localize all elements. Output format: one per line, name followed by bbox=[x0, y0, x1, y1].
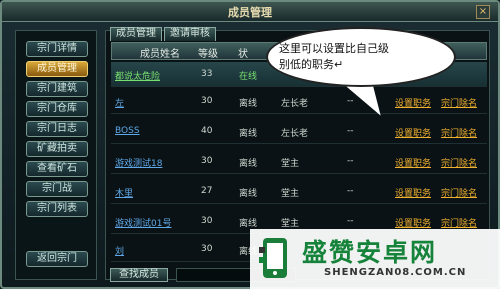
watermark: 盛赞安卓网 SHENGZAN08.COM.CN bbox=[250, 229, 500, 289]
header-level: 等级 bbox=[198, 49, 218, 60]
table-row[interactable]: 木里 27 离线 堂主 -- 设置职务 宗门除名 bbox=[111, 179, 487, 204]
sidebar-item[interactable]: 宗门详情 bbox=[26, 41, 88, 57]
header-name: 成员姓名 bbox=[140, 49, 180, 60]
set-position-link[interactable]: 设置职务 bbox=[395, 156, 431, 169]
annotation-line-2: 别低的职务↵ bbox=[279, 58, 344, 71]
table-row[interactable]: 左 30 离线 左长老 -- 设置职务 宗门除名 bbox=[111, 89, 487, 114]
expel-member-link[interactable]: 宗门除名 bbox=[441, 186, 477, 199]
expel-member-link[interactable]: 宗门除名 bbox=[441, 126, 477, 139]
window-title: 成员管理 bbox=[228, 6, 272, 19]
member-status: 离线 bbox=[239, 159, 258, 169]
member-status: 离线 bbox=[239, 99, 258, 109]
member-position: 左长老 bbox=[281, 99, 309, 109]
member-level: 30 bbox=[201, 96, 213, 106]
member-name-link[interactable]: 刘 bbox=[115, 244, 124, 257]
member-position: 堂主 bbox=[281, 189, 300, 199]
table-row[interactable]: 游戏测试18 30 离线 堂主 -- 设置职务 宗门除名 bbox=[111, 149, 487, 174]
annotation-line-1: 这里可以设置比自己级 bbox=[279, 42, 389, 55]
annotation-text: 这里可以设置比自己级 别低的职务↵ bbox=[279, 41, 439, 73]
watermark-brand: 盛赞安卓网 bbox=[302, 238, 438, 267]
member-contribution: -- bbox=[347, 216, 354, 226]
tab-member-management[interactable]: 成员管理 bbox=[110, 27, 162, 41]
member-position: 堂主 bbox=[281, 219, 300, 229]
member-contribution: -- bbox=[347, 126, 354, 136]
member-level: 27 bbox=[201, 186, 213, 196]
sidebar: 宗门详情成员管理宗门建筑宗门仓库宗门日志矿藏拍卖查看矿石宗门战宗门列表返回宗门 bbox=[15, 30, 97, 280]
member-position: 左长老 bbox=[281, 129, 309, 139]
return-button[interactable]: 返回宗门 bbox=[26, 251, 88, 267]
member-level: 33 bbox=[201, 69, 213, 79]
member-level: 30 bbox=[201, 156, 213, 166]
set-position-link[interactable]: 设置职务 bbox=[395, 126, 431, 139]
member-status: 离线 bbox=[239, 219, 258, 229]
member-name-link[interactable]: 游戏测试01号 bbox=[115, 216, 171, 229]
expel-member-link[interactable]: 宗门除名 bbox=[441, 96, 477, 109]
watermark-url: SHENGZAN08.COM.CN bbox=[324, 267, 467, 278]
close-icon: × bbox=[478, 6, 488, 17]
member-name-link[interactable]: 游戏测试18 bbox=[115, 156, 162, 169]
member-contribution: -- bbox=[347, 186, 354, 196]
member-position: 堂主 bbox=[281, 159, 300, 169]
member-status: 在线 bbox=[239, 72, 258, 82]
member-status: 离线 bbox=[239, 129, 258, 139]
member-name-link[interactable]: BOSS bbox=[115, 126, 140, 136]
close-button[interactable]: × bbox=[476, 5, 490, 19]
member-level: 30 bbox=[201, 216, 213, 226]
sidebar-item[interactable]: 成员管理 bbox=[26, 61, 88, 77]
member-level: 40 bbox=[201, 126, 213, 136]
sidebar-item[interactable]: 宗门战 bbox=[26, 181, 88, 197]
expel-member-link[interactable]: 宗门除名 bbox=[441, 216, 477, 229]
set-position-link[interactable]: 设置职务 bbox=[395, 186, 431, 199]
set-position-link[interactable]: 设置职务 bbox=[395, 96, 431, 109]
expel-member-link[interactable]: 宗门除名 bbox=[441, 156, 477, 169]
phone-logo-icon bbox=[259, 238, 287, 278]
sidebar-item[interactable]: 宗门日志 bbox=[26, 121, 88, 137]
member-name-link[interactable]: 左 bbox=[115, 96, 124, 109]
sidebar-item[interactable]: 宗门建筑 bbox=[26, 81, 88, 97]
member-status: 离线 bbox=[239, 189, 258, 199]
tab-invite-review[interactable]: 邀请审核 bbox=[164, 27, 216, 41]
table-row[interactable]: BOSS 40 离线 左长老 -- 设置职务 宗门除名 bbox=[111, 119, 487, 144]
sidebar-item[interactable]: 矿藏拍卖 bbox=[26, 141, 88, 157]
title-bar: 成员管理 × bbox=[2, 2, 498, 22]
header-status: 状 bbox=[238, 49, 248, 60]
sidebar-item[interactable]: 宗门列表 bbox=[26, 201, 88, 217]
set-position-link[interactable]: 设置职务 bbox=[395, 216, 431, 229]
member-level: 30 bbox=[201, 244, 213, 254]
member-contribution: -- bbox=[347, 156, 354, 166]
sidebar-item[interactable]: 查看矿石 bbox=[26, 161, 88, 177]
member-name-link[interactable]: 都说太危险 bbox=[115, 69, 160, 82]
sidebar-item[interactable]: 宗门仓库 bbox=[26, 101, 88, 117]
search-member-button[interactable]: 查找成员 bbox=[110, 268, 168, 282]
member-name-link[interactable]: 木里 bbox=[115, 186, 133, 199]
